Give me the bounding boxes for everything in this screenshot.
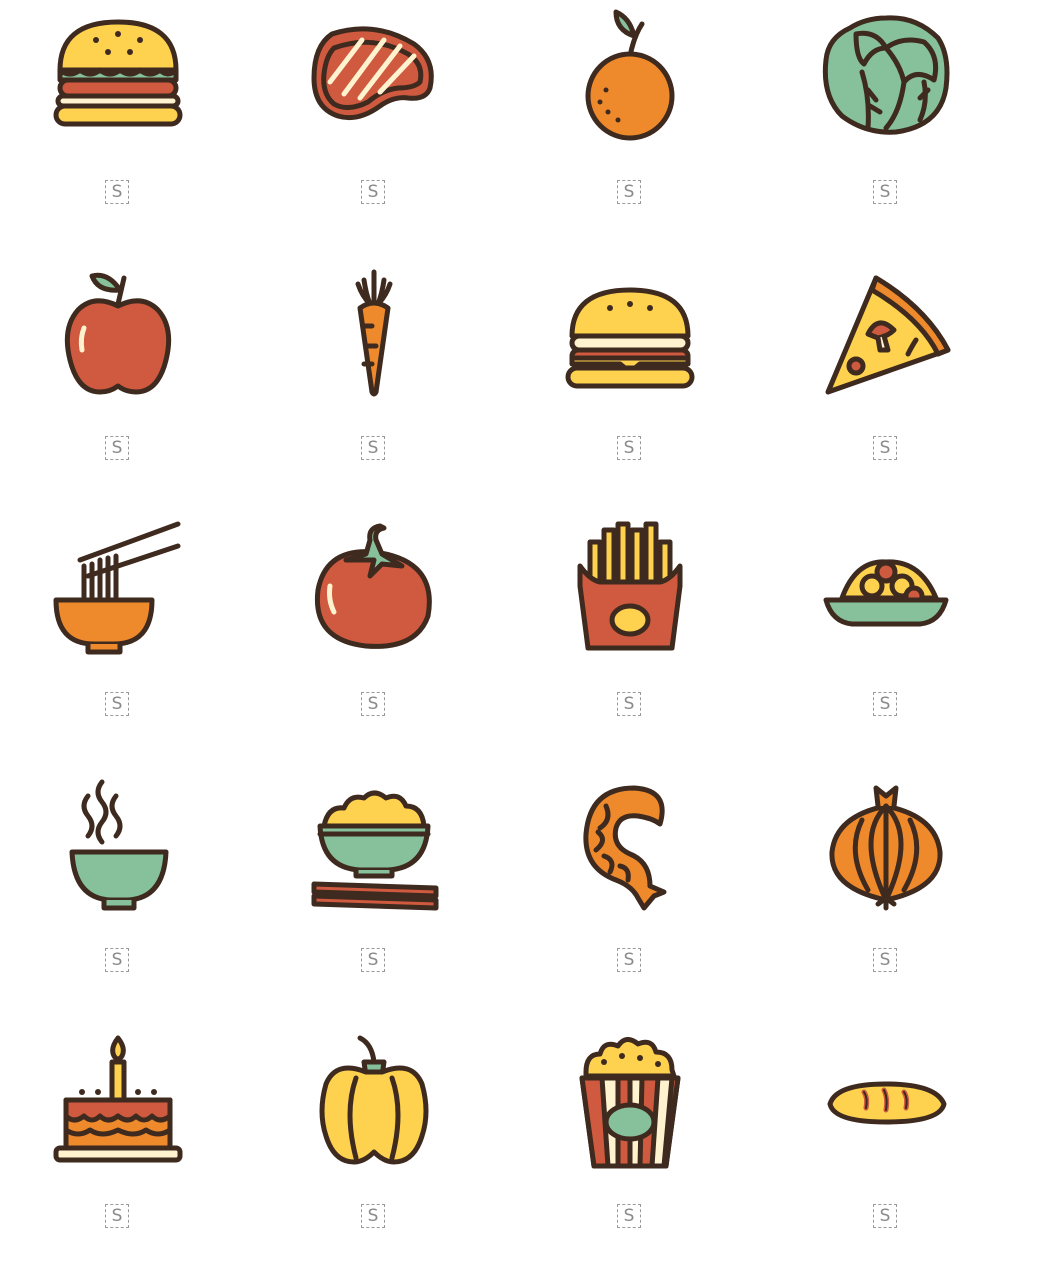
badge-label: S — [361, 436, 385, 460]
burger-icon — [48, 8, 188, 148]
icon-cell-spaghetti[interactable]: S — [758, 512, 1014, 768]
cheeseburger-icon — [560, 264, 700, 404]
icon-cell-rice[interactable]: S — [246, 768, 502, 1024]
icon-cell-pizza[interactable]: S — [758, 256, 1014, 512]
badge-label: S — [873, 692, 897, 716]
bell-pepper-icon — [304, 1032, 444, 1172]
icon-cell-onion[interactable]: S — [758, 768, 1014, 1024]
french-fries-icon — [560, 520, 700, 660]
icon-cell-noodles[interactable]: S — [0, 512, 246, 768]
popcorn-icon — [560, 1032, 700, 1172]
icon-cell-fries[interactable]: S — [502, 512, 758, 768]
noodle-bowl-icon — [48, 520, 188, 660]
icon-cell-apple[interactable]: S — [0, 256, 246, 512]
icon-cell-popcorn[interactable]: S — [502, 1024, 758, 1280]
icon-cell-carrot[interactable]: S — [246, 256, 502, 512]
badge-label: S — [361, 180, 385, 204]
onion-icon — [816, 776, 956, 916]
badge-label: S — [361, 1204, 385, 1228]
badge-label: S — [361, 948, 385, 972]
icon-cell-cheeseburger[interactable]: S — [502, 256, 758, 512]
tomato-icon — [304, 520, 444, 660]
icon-cell-cake[interactable]: S — [0, 1024, 246, 1280]
badge-label: S — [873, 436, 897, 460]
badge-label: S — [617, 436, 641, 460]
bread-loaf-icon — [816, 1032, 956, 1172]
icon-cell-burger[interactable]: S — [0, 0, 246, 256]
icon-cell-orange[interactable]: S — [502, 0, 758, 256]
icon-cell-soup[interactable]: S — [0, 768, 246, 1024]
badge-label: S — [617, 1204, 641, 1228]
orange-icon — [560, 8, 700, 148]
badge-label: S — [105, 1204, 129, 1228]
badge-label: S — [873, 1204, 897, 1228]
birthday-cake-icon — [48, 1032, 188, 1172]
icon-cell-shrimp[interactable]: S — [502, 768, 758, 1024]
pizza-slice-icon — [816, 264, 956, 404]
icon-cell-tomato[interactable]: S — [246, 512, 502, 768]
badge-label: S — [105, 180, 129, 204]
spaghetti-plate-icon — [816, 520, 956, 660]
rice-bowl-icon — [304, 776, 444, 916]
icon-cell-bread[interactable]: S — [758, 1024, 1014, 1280]
badge-label: S — [617, 692, 641, 716]
hot-soup-icon — [48, 776, 188, 916]
steak-icon — [304, 8, 444, 148]
shrimp-icon — [560, 776, 700, 916]
badge-label: S — [873, 948, 897, 972]
apple-icon — [48, 264, 188, 404]
cabbage-icon — [816, 8, 956, 148]
badge-label: S — [617, 948, 641, 972]
icon-cell-cabbage[interactable]: S — [758, 0, 1014, 256]
badge-label: S — [105, 948, 129, 972]
food-icon-grid: S S S S S S S S S S S S S S S S S S S S — [0, 0, 1050, 1228]
badge-label: S — [105, 692, 129, 716]
badge-label: S — [873, 180, 897, 204]
badge-label: S — [105, 436, 129, 460]
icon-cell-pepper[interactable]: S — [246, 1024, 502, 1280]
badge-label: S — [617, 180, 641, 204]
icon-cell-steak[interactable]: S — [246, 0, 502, 256]
carrot-icon — [304, 264, 444, 404]
badge-label: S — [361, 692, 385, 716]
